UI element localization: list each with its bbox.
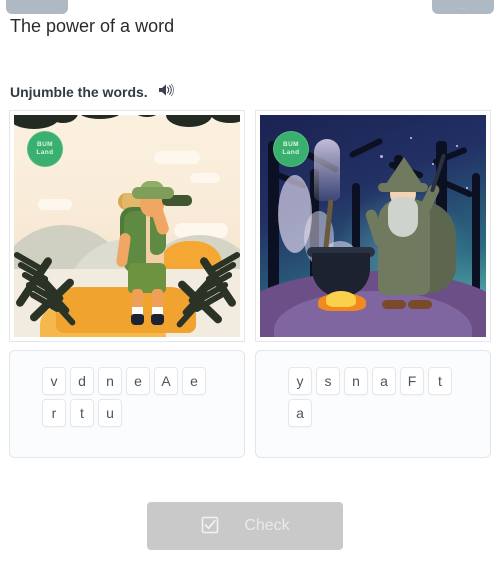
badge-line-2: Land: [282, 149, 300, 156]
letter-tile[interactable]: n: [344, 367, 368, 395]
badge-line-1: BUM: [282, 141, 299, 148]
task-instruction-row: Unjumble the words.: [10, 83, 174, 102]
letter-tile[interactable]: y: [288, 367, 312, 395]
illustration-wizard: BUM Land: [260, 115, 486, 337]
letter-tile[interactable]: a: [288, 399, 312, 427]
exercise-card: BUM Land v d n e A e r t u: [9, 110, 245, 458]
letter-tile[interactable]: t: [428, 367, 452, 395]
letter-tile[interactable]: r: [42, 399, 66, 427]
badge-line-2: Land: [36, 149, 54, 156]
checkbox-icon: [200, 515, 220, 538]
letter-tile[interactable]: s: [316, 367, 340, 395]
illustration-explorer: BUM Land: [14, 115, 240, 337]
page-title: The power of a word: [10, 16, 175, 36]
letter-tile[interactable]: e: [126, 367, 150, 395]
picture-frame: BUM Land: [255, 110, 491, 342]
letter-tile[interactable]: d: [70, 367, 94, 395]
exercise-cards: BUM Land v d n e A e r t u BUM Land y s …: [9, 110, 491, 458]
top-left-chip[interactable]: [6, 0, 68, 14]
letter-tile[interactable]: t: [70, 399, 94, 427]
check-button[interactable]: Check: [147, 502, 343, 550]
speaker-icon[interactable]: [158, 83, 174, 102]
check-button-label: Check: [244, 517, 290, 534]
letter-tile[interactable]: v: [42, 367, 66, 395]
top-right-chip[interactable]: ...: [432, 0, 494, 14]
badge-line-1: BUM: [36, 141, 53, 148]
letter-tile[interactable]: e: [182, 367, 206, 395]
letter-tile[interactable]: n: [98, 367, 122, 395]
letter-tray[interactable]: y s n a F t a: [255, 350, 491, 458]
exercise-card: BUM Land y s n a F t a: [255, 110, 491, 458]
task-instruction-label: Unjumble the words.: [10, 84, 148, 100]
picture-frame: BUM Land: [9, 110, 245, 342]
bum-land-badge: BUM Land: [27, 131, 63, 167]
top-right-chip-label: ...: [458, 1, 468, 12]
bum-land-badge: BUM Land: [273, 131, 309, 167]
letter-tile[interactable]: u: [98, 399, 122, 427]
letter-tile[interactable]: F: [400, 367, 424, 395]
letter-tiles: v d n e A e r t u: [42, 367, 230, 427]
letter-tile[interactable]: a: [372, 367, 396, 395]
letter-tray[interactable]: v d n e A e r t u: [9, 350, 245, 458]
letter-tile[interactable]: A: [154, 367, 178, 395]
letter-tiles: y s n a F t a: [288, 367, 476, 427]
